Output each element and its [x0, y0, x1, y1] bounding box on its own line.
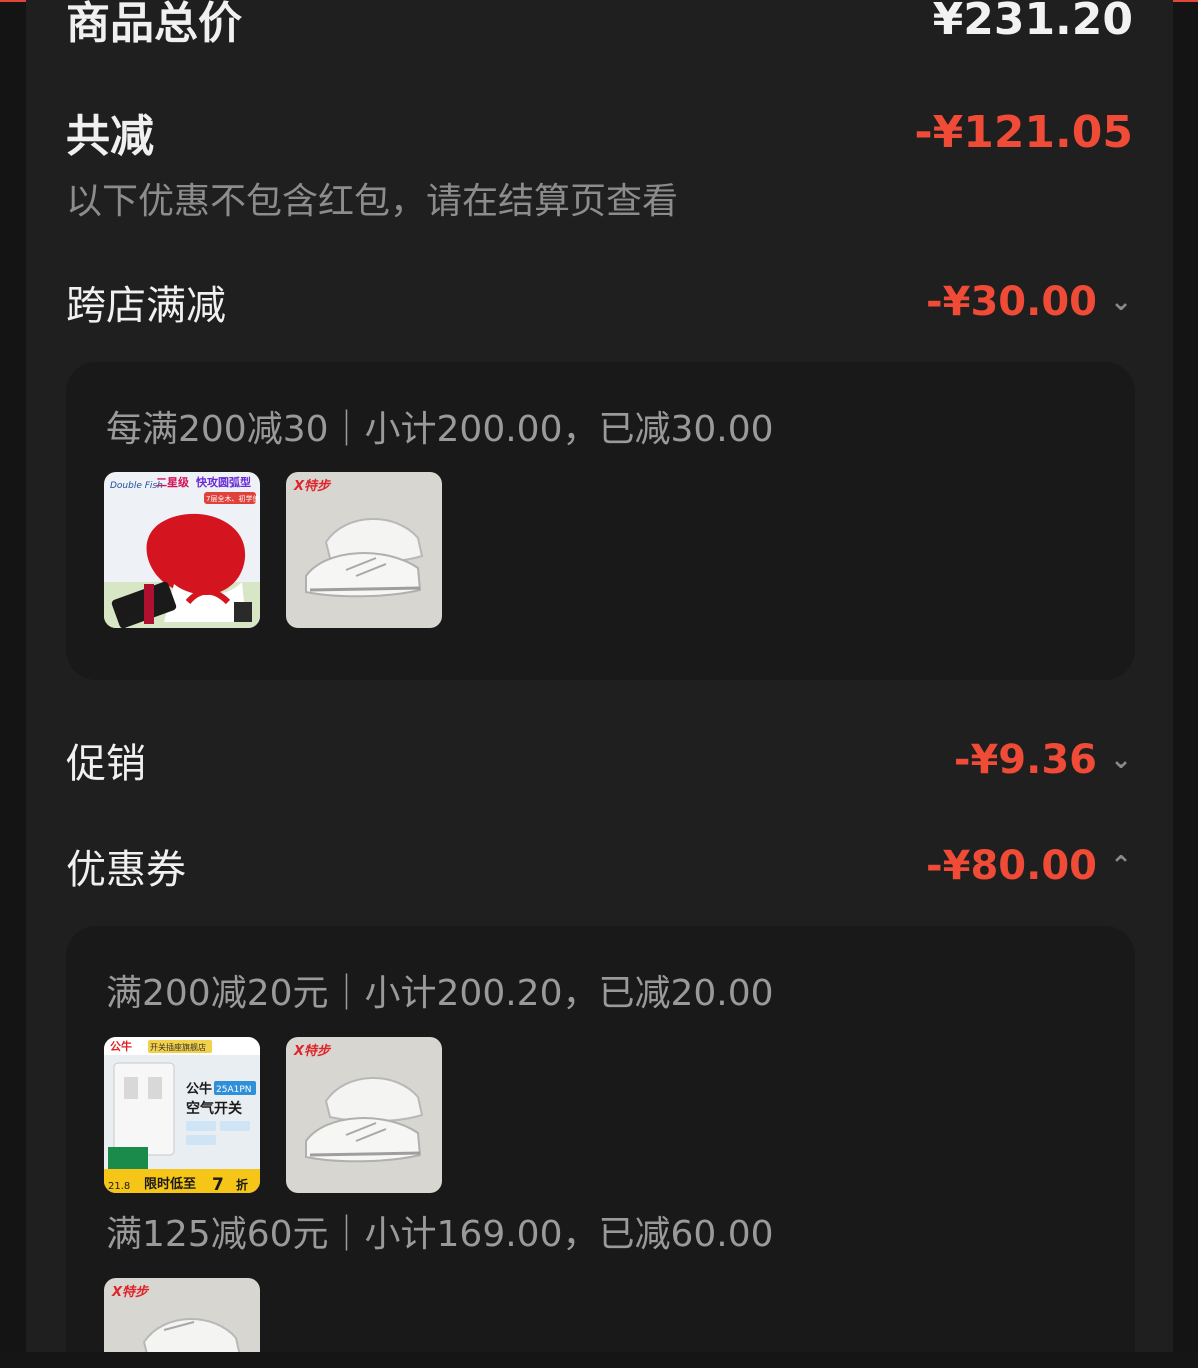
cross-store-rule-card: 每满200减30｜小计200.00，已减30.00 Double Fish 二星…	[66, 362, 1135, 680]
product-thumbnail-paddle[interactable]: Double Fish 二星级 快攻圆弧型 7层全木、初学使用	[104, 472, 260, 628]
promotion-label: 促销	[66, 741, 146, 787]
total-price-amount: ¥231.20	[932, 0, 1133, 45]
total-price-label: 商品总价	[66, 0, 242, 49]
xtep-logo-text: X特步	[293, 1043, 332, 1059]
bull-air-switch-image: 公牛 开关插座旗舰店 公牛 25A1PN 空气开关 21.8 限时低至 7 折	[104, 1037, 260, 1193]
bull-promo-unit: 折	[236, 1177, 248, 1192]
xtep-white-sneaker-image: X特步	[286, 1037, 442, 1193]
coupon-label: 优惠券	[66, 847, 186, 893]
total-reduction-amount: -¥121.05	[914, 106, 1133, 158]
xtep-white-sneaker-image: X特步	[286, 472, 442, 628]
bull-store-text: 开关插座旗舰店	[150, 1042, 206, 1052]
cross-store-discount-label: 跨店满减	[66, 283, 226, 329]
paddle-title-text: 快攻圆弧型	[195, 475, 251, 489]
xtep-logo-text: X特步	[293, 478, 332, 494]
bull-promo-number: 7	[212, 1175, 224, 1193]
coupon-row[interactable]: 优惠券 -¥80.00 ⌃	[66, 834, 1133, 898]
paddle-sub-text: 7层全木、初学使用	[206, 494, 260, 503]
coupon-rule-text-1: 满200减20元｜小计200.20，已减20.00	[106, 973, 774, 1014]
bull-price-text: 21.8	[108, 1181, 130, 1192]
product-thumbnail-sneaker[interactable]: X特步	[104, 1278, 260, 1352]
cross-store-discount-amount: -¥30.00	[926, 279, 1097, 325]
chevron-up-icon[interactable]: ⌃	[1109, 851, 1133, 881]
total-reduction-row: 共减 -¥121.05	[66, 100, 1133, 164]
table-tennis-paddle-image: Double Fish 二星级 快攻圆弧型 7层全木、初学使用	[104, 472, 260, 628]
product-thumbnail-air-switch[interactable]: 公牛 开关插座旗舰店 公牛 25A1PN 空气开关 21.8 限时低至 7 折	[104, 1037, 260, 1193]
promotion-amount: -¥9.36	[953, 737, 1097, 783]
promotion-row[interactable]: 促销 -¥9.36 ⌄	[66, 728, 1133, 792]
bottom-bar	[0, 1352, 1198, 1368]
bull-title-text: 空气开关	[186, 1100, 242, 1117]
product-thumbnail-sneaker[interactable]: X特步	[286, 472, 442, 628]
coupon-amount: -¥80.00	[926, 843, 1097, 889]
coupon-rule-card: 满200减20元｜小计200.20，已减20.00 公牛 开关插座旗舰店 公牛 …	[66, 926, 1135, 1352]
cross-store-discount-row[interactable]: 跨店满减 -¥30.00 ⌄	[66, 270, 1133, 334]
discount-note: 以下优惠不包含红包，请在结算页查看	[66, 181, 679, 222]
bull-brand-text-2: 公牛	[186, 1081, 212, 1097]
bull-brand-text: 公牛	[110, 1039, 132, 1053]
discount-detail-panel: 商品总价 ¥231.20 共减 -¥121.05 以下优惠不包含红包，请在结算页…	[26, 0, 1173, 1352]
bull-promo-text: 限时低至	[144, 1176, 196, 1192]
coupon-rule-text-2: 满125减60元｜小计169.00，已减60.00	[106, 1214, 774, 1255]
product-thumbnail-sneaker[interactable]: X特步	[286, 1037, 442, 1193]
total-reduction-label: 共减	[66, 111, 154, 162]
total-price-row: 商品总价 ¥231.20	[66, 0, 1133, 54]
chevron-down-icon[interactable]: ⌄	[1109, 745, 1133, 775]
bull-model-text: 25A1PN	[216, 1085, 252, 1095]
cross-store-rule-text: 每满200减30｜小计200.00，已减30.00	[106, 409, 774, 450]
paddle-badge-text: 二星级	[156, 475, 190, 489]
chevron-down-icon[interactable]: ⌄	[1109, 287, 1133, 317]
xtep-white-sneaker-image: X特步	[104, 1278, 260, 1352]
xtep-logo-text: X特步	[111, 1284, 150, 1300]
